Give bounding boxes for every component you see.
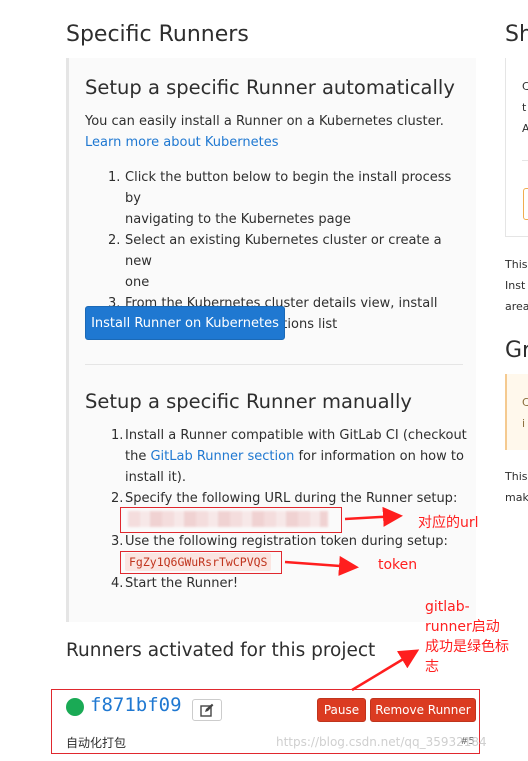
runner-annotation: gitlab- runner启动 成功是绿色标 志 [425,599,509,675]
url-arrow [344,506,403,527]
url-annotation: 对应的url [418,515,479,531]
runner-arrow [351,649,420,692]
token-arrow [284,555,359,576]
token-annotation: token [378,557,418,573]
